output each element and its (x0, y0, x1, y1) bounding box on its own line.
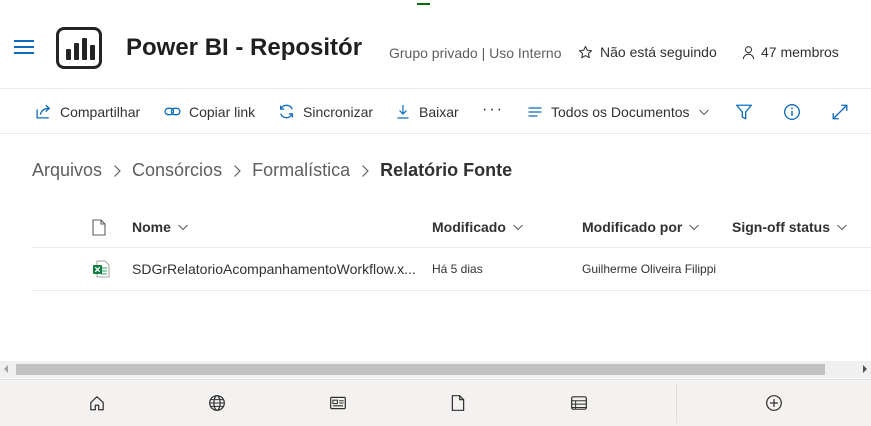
chevron-right-icon (360, 164, 370, 178)
breadcrumb-item-formalistica[interactable]: Formalística (252, 160, 350, 181)
person-icon (742, 45, 755, 59)
power-bi-logo-icon[interactable] (56, 27, 102, 69)
column-header-label: Nome (132, 219, 171, 235)
chevron-down-icon (698, 109, 709, 115)
hamburger-icon[interactable] (14, 40, 34, 56)
view-selector[interactable]: Todos os Documentos (527, 89, 710, 134)
table-header: Nome Modificado Modificado por Sign-off … (32, 208, 871, 248)
site-header: Power BI - Repositór Grupo privado | Uso… (0, 0, 871, 88)
horizontal-scrollbar[interactable] (0, 361, 871, 378)
news-icon[interactable] (329, 394, 347, 412)
members-button[interactable]: 47 membros (741, 44, 839, 60)
modified-date: Há 5 dias (432, 262, 483, 276)
copy-link-button[interactable]: Copiar link (164, 89, 255, 134)
add-icon[interactable] (765, 394, 783, 412)
document-icon[interactable] (449, 394, 467, 412)
file-list: Nome Modificado Modificado por Sign-off … (32, 208, 871, 291)
scroll-left-icon[interactable] (4, 365, 8, 373)
scroll-right-icon[interactable] (863, 365, 867, 373)
chevron-down-icon (837, 224, 847, 231)
column-header-modified-by[interactable]: Modificado por (582, 219, 700, 235)
table-row[interactable]: SDGrRelatorioAcompanhamentoWorkflow.x...… (32, 248, 871, 291)
more-options-button[interactable]: ··· (482, 101, 504, 119)
bottom-nav-bar (0, 379, 871, 426)
view-list-icon (528, 106, 542, 117)
chevron-down-icon (689, 224, 700, 231)
breadcrumb-item-consorcios[interactable]: Consórcios (132, 160, 222, 181)
members-label: 47 membros (761, 44, 839, 60)
column-header-label: Modificado por (582, 219, 683, 235)
sync-button[interactable]: Sincronizar (278, 89, 373, 134)
follow-label: Não está seguindo (600, 44, 717, 60)
sync-label: Sincronizar (303, 103, 374, 120)
modified-by[interactable]: Guilherme Oliveira Filippi (582, 262, 716, 276)
view-label: Todos os Documentos (551, 103, 690, 120)
column-header-signoff-status[interactable]: Sign-off status (732, 219, 848, 235)
share-button[interactable]: Compartilhar (35, 89, 140, 134)
chevron-down-icon (513, 224, 523, 231)
command-bar: Compartilhar Copiar link Sincronizar Bai… (0, 88, 871, 134)
chevron-right-icon (232, 164, 242, 178)
scrollbar-thumb[interactable] (16, 364, 825, 375)
expand-icon[interactable] (831, 103, 849, 121)
bottom-nav-divider (676, 384, 677, 423)
column-header-label: Sign-off status (732, 219, 830, 235)
download-button[interactable]: Baixar (395, 89, 459, 134)
share-icon (36, 104, 51, 119)
column-header-modified[interactable]: Modificado (432, 219, 524, 235)
site-title[interactable]: Power BI - Repositór (126, 34, 362, 62)
chevron-right-icon (112, 164, 122, 178)
column-header-name[interactable]: Nome (132, 219, 189, 235)
breadcrumb: Arquivos Consórcios Formalística Relatór… (32, 160, 512, 181)
file-name-link[interactable]: SDGrRelatorioAcompanhamentoWorkflow.x... (132, 261, 416, 277)
group-info: Grupo privado | Uso Interno (389, 45, 562, 61)
star-icon (578, 45, 593, 58)
share-label: Compartilhar (60, 103, 141, 120)
filter-icon[interactable] (735, 103, 753, 121)
sync-icon (280, 104, 293, 119)
globe-icon[interactable] (208, 394, 226, 412)
home-icon[interactable] (88, 394, 106, 412)
copy-link-label: Copiar link (189, 103, 256, 120)
excel-file-icon (93, 260, 110, 278)
breadcrumb-item-current: Relatório Fonte (380, 160, 513, 180)
list-icon[interactable] (570, 394, 588, 412)
file-type-icon[interactable] (92, 219, 106, 236)
chevron-down-icon (178, 224, 188, 231)
download-label: Baixar (419, 103, 459, 120)
link-icon (164, 107, 181, 116)
breadcrumb-item-arquivos[interactable]: Arquivos (32, 160, 102, 181)
info-icon[interactable] (783, 103, 801, 121)
download-icon (397, 105, 409, 119)
follow-button[interactable]: Não está seguindo (578, 44, 717, 60)
column-header-label: Modificado (432, 219, 506, 235)
